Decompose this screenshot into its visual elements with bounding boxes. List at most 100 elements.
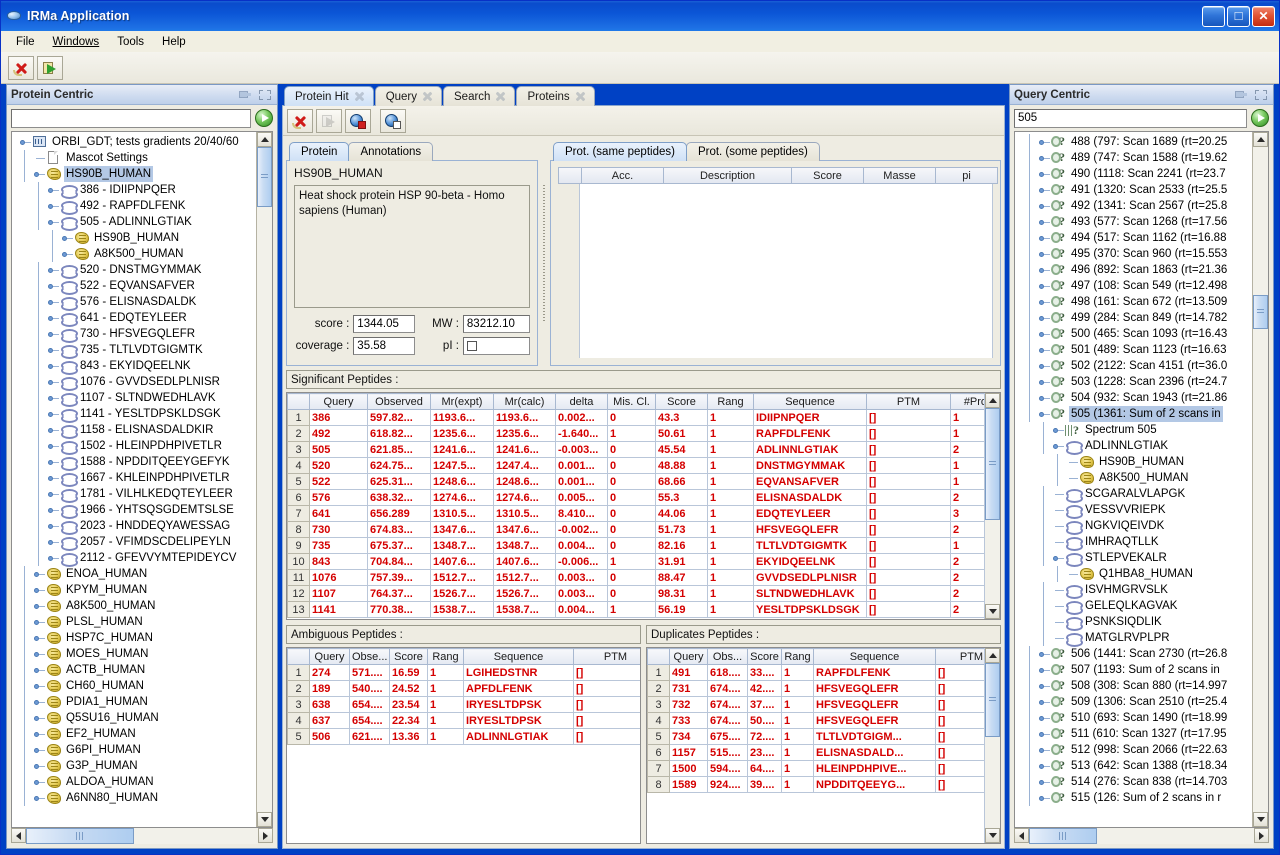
tree-node[interactable]: A8K500_HUMAN <box>12 246 256 262</box>
tree-node[interactable]: ORBI_GDT; tests gradients 20/40/60 <box>12 134 256 150</box>
tree-node-toggle[interactable] <box>1037 342 1050 358</box>
tree-node[interactable]: ? 491 (1320: Scan 2533 (rt=25.5 <box>1015 182 1252 198</box>
col-header-rownum[interactable] <box>287 648 310 665</box>
tree-node-toggle[interactable] <box>32 566 45 582</box>
tree-node[interactable]: Q5SU16_HUMAN <box>12 710 256 726</box>
tree-node-toggle[interactable] <box>32 774 45 790</box>
ambiguous-peptides-scroll[interactable]: Query Obse... Score Rang Sequence PTM 1 274 571.… <box>287 648 640 843</box>
tree-node-toggle[interactable] <box>32 150 45 166</box>
tree-node[interactable]: ? 512 (998: Scan 2066 (rt=22.63 <box>1015 742 1252 758</box>
tree-node[interactable]: 1667 - KHLEINPDHPIVETLR <box>12 470 256 487</box>
web-lookup-button[interactable] <box>345 108 371 133</box>
protein-card-tabstrip[interactable]: Protein Annotations <box>286 140 538 161</box>
tree-node[interactable]: ? 495 (370: Scan 960 (rt=15.553 <box>1015 246 1252 262</box>
tree-node-toggle[interactable] <box>60 246 73 262</box>
tree-node-toggle[interactable] <box>1037 262 1050 278</box>
protein-search-go-icon[interactable] <box>255 109 273 127</box>
scroll-left-icon[interactable] <box>1014 828 1029 843</box>
tree-node[interactable]: ? 494 (517: Scan 1162 (rt=16.88 <box>1015 230 1252 246</box>
prot-table-col-description[interactable]: Description <box>664 167 792 184</box>
tree-node-toggle[interactable] <box>46 406 59 422</box>
tree-node-toggle[interactable] <box>46 294 59 310</box>
tree-node[interactable]: G3P_HUMAN <box>12 758 256 774</box>
protein-tree-hscrollbar[interactable] <box>11 828 273 844</box>
tree-node[interactable]: ? 490 (1118: Scan 2241 (rt=23.7 <box>1015 166 1252 182</box>
table-row[interactable]: 5 522 625.31... 1248.6... 1248.6... 0.001... 0… <box>287 473 984 490</box>
tree-node-toggle[interactable] <box>1065 566 1078 582</box>
tree-node-toggle[interactable] <box>1037 294 1050 310</box>
tree-node[interactable]: 1141 - YESLTDPSKLDSGK <box>12 406 256 423</box>
table-row[interactable]: 7 641 656.289 1310.5... 1310.5... 8.410... 0 44… <box>287 505 984 522</box>
scroll-up-icon[interactable] <box>985 393 1000 408</box>
tree-node-toggle[interactable] <box>1037 790 1050 806</box>
menu-help[interactable]: Help <box>153 34 195 50</box>
close-tab-icon[interactable] <box>495 91 506 102</box>
tab-prot-same-peptides-[interactable]: Prot. (same peptides) <box>553 142 687 161</box>
hscroll-thumb[interactable] <box>26 828 134 844</box>
table-row[interactable]: 5 734 675.... 72.... 1 TLTLVDTGIGM...[] <box>647 728 984 745</box>
prot-table-col-acc-[interactable]: Acc. <box>582 167 664 184</box>
tree-node-toggle[interactable] <box>1037 390 1050 406</box>
scroll-down-icon[interactable] <box>985 604 1000 619</box>
tree-node-toggle[interactable] <box>46 182 59 198</box>
vscroll-track[interactable] <box>985 663 1000 828</box>
col-header-rownum[interactable] <box>287 393 310 410</box>
delete-button[interactable] <box>8 55 34 80</box>
tree-node-toggle[interactable] <box>32 646 45 662</box>
tree-node-toggle[interactable] <box>1037 694 1050 710</box>
tree-node[interactable]: 2057 - VFIMDSCDELIPEYLN <box>12 534 256 551</box>
col-header-obs-[interactable]: Obs... <box>707 648 748 665</box>
table-row[interactable]: 1 491 618.... 33.... 1 RAPFDLFENK[] <box>647 664 984 681</box>
tree-node[interactable]: NGKVIQEIVDK <box>1015 518 1252 535</box>
col-header-score[interactable]: Score <box>747 648 782 665</box>
tree-node[interactable]: ? 507 (1193: Sum of 2 scans in <box>1015 662 1252 678</box>
tree-node-toggle[interactable] <box>1037 742 1050 758</box>
tree-node-toggle[interactable] <box>32 758 45 774</box>
table-row[interactable]: 10 843 704.84... 1407.6... 1407.6... -0.006..… <box>287 553 984 570</box>
protein-search-input[interactable] <box>11 108 251 128</box>
prot-table-col-score[interactable]: Score <box>792 167 864 184</box>
tree-node-toggle[interactable] <box>32 726 45 742</box>
tree-node-toggle[interactable] <box>32 598 45 614</box>
tree-node-toggle[interactable] <box>1051 486 1064 502</box>
tree-node[interactable]: 843 - EKYIDQEELNK <box>12 358 256 375</box>
tree-node-toggle[interactable] <box>1051 518 1064 534</box>
query-search-go-icon[interactable] <box>1251 109 1269 127</box>
upper-splitter[interactable] <box>541 140 547 366</box>
tree-node[interactable]: 641 - EDQTEYLEER <box>12 310 256 327</box>
tree-node-toggle[interactable] <box>32 678 45 694</box>
tree-node-toggle[interactable] <box>1037 230 1050 246</box>
col-header-ptm[interactable]: PTM <box>573 648 640 665</box>
duplicates-peptides-table[interactable]: Query Obs... Score Rang Sequence PTM 1 491 618..… <box>647 648 984 793</box>
ambiguous-peptides-table[interactable]: Query Obse... Score Rang Sequence PTM 1 274 571.… <box>287 648 640 745</box>
tab-search[interactable]: Search <box>443 86 516 106</box>
tab-annotations[interactable]: Annotations <box>348 142 434 161</box>
tree-node-toggle[interactable] <box>32 790 45 806</box>
tree-node[interactable]: ? 499 (284: Scan 849 (rt=14.782 <box>1015 310 1252 326</box>
tree-node[interactable]: HSP7C_HUMAN <box>12 630 256 646</box>
minimize-button[interactable]: _ <box>1202 5 1225 27</box>
close-tab-icon[interactable] <box>422 91 433 102</box>
tree-node-toggle[interactable] <box>1037 678 1050 694</box>
tree-node-toggle[interactable] <box>46 326 59 342</box>
tree-node-toggle[interactable] <box>32 742 45 758</box>
tree-node[interactable]: ? 496 (892: Scan 1863 (rt=21.36 <box>1015 262 1252 278</box>
significant-vscrollbar[interactable] <box>984 393 1000 619</box>
tree-node-toggle[interactable] <box>46 534 59 550</box>
hscroll-track[interactable] <box>26 828 258 844</box>
tree-node[interactable]: ? 514 (276: Scan 838 (rt=14.703 <box>1015 774 1252 790</box>
vscroll-track[interactable] <box>985 408 1000 604</box>
tree-node[interactable]: ALDOA_HUMAN <box>12 774 256 790</box>
scroll-right-icon[interactable] <box>258 828 273 843</box>
tree-node[interactable]: ? 501 (489: Scan 1123 (rt=16.63 <box>1015 342 1252 358</box>
col-header-query[interactable]: Query <box>669 648 708 665</box>
tree-node[interactable]: MOES_HUMAN <box>12 646 256 662</box>
tree-node[interactable]: ? 506 (1441: Scan 2730 (rt=26.8 <box>1015 646 1252 662</box>
tree-node-toggle[interactable] <box>1037 358 1050 374</box>
scroll-down-icon[interactable] <box>257 812 272 827</box>
tree-node-toggle[interactable] <box>46 502 59 518</box>
tree-node-toggle[interactable] <box>46 470 59 486</box>
tree-node[interactable]: STLEPVEKALR <box>1015 550 1252 567</box>
tree-node-toggle[interactable] <box>32 166 45 182</box>
tree-node[interactable]: 522 - EQVANSAFVER <box>12 278 256 295</box>
